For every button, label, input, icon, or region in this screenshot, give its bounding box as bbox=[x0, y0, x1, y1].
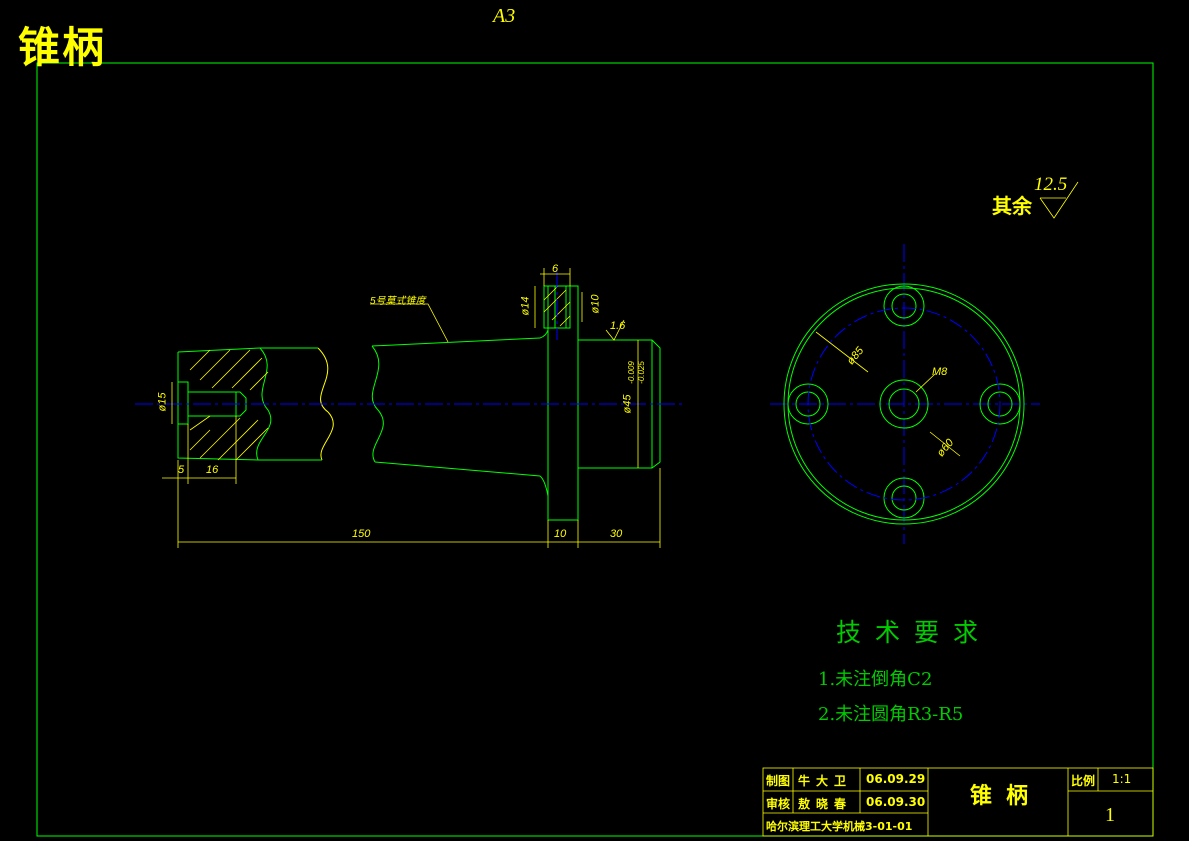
drawn-label: 制图 bbox=[766, 774, 791, 788]
sheet-number: 1 bbox=[1105, 804, 1115, 826]
dim-tol-lower: -0.025 bbox=[636, 361, 646, 384]
dim-surface-16: 1.6 bbox=[610, 320, 626, 332]
pin-hole bbox=[177, 381, 189, 425]
check-label: 审核 bbox=[766, 797, 791, 811]
dim-thread-m8: M8 bbox=[932, 366, 948, 378]
dimension-lines bbox=[162, 181, 1154, 837]
flange bbox=[547, 285, 579, 521]
centerlines bbox=[135, 244, 1040, 544]
dim-dia-10: ø10 bbox=[589, 294, 602, 314]
dim-len-10: 10 bbox=[554, 528, 567, 540]
dim-len-16: 16 bbox=[206, 464, 219, 476]
dim-6: 6 bbox=[552, 263, 559, 275]
school-code: 哈尔滨理工大学机械3-01-01 bbox=[766, 820, 913, 833]
tech-requirement-2: 2.未注圆角R3-R5 bbox=[818, 704, 964, 725]
drawing-border bbox=[36, 62, 1154, 837]
dim-dia-14: ø14 bbox=[519, 296, 532, 316]
dim-tol-upper: -0.009 bbox=[626, 361, 636, 384]
dim-len-30: 30 bbox=[610, 528, 623, 540]
dim-dia-45: ø45 bbox=[621, 394, 634, 414]
dim-len-150: 150 bbox=[352, 528, 371, 540]
spigot bbox=[578, 339, 661, 469]
shaft-bottom-line bbox=[258, 459, 549, 497]
drawn-name: 牛大卫 bbox=[798, 774, 853, 788]
roughness-label: 其余 bbox=[992, 194, 1032, 218]
shaft-front-view bbox=[177, 285, 661, 521]
check-name: 敖晓春 bbox=[798, 797, 853, 811]
dim-dia-15: ø15 bbox=[156, 392, 169, 412]
part-name: 锥柄 bbox=[970, 784, 1043, 809]
dim-len-5: 5 bbox=[178, 464, 185, 476]
tech-requirement-1: 1.未注倒角C2 bbox=[818, 669, 933, 690]
roughness-value: 12.5 bbox=[1034, 174, 1068, 195]
sheet-size: A3 bbox=[493, 5, 516, 27]
drawing-title: 锥柄 bbox=[18, 23, 107, 72]
tech-requirements-title: 技术要求 bbox=[836, 618, 993, 647]
scale-value: 1:1 bbox=[1112, 772, 1132, 786]
section-hatching bbox=[189, 285, 571, 461]
drawn-date: 06.09.29 bbox=[866, 772, 926, 786]
check-date: 06.09.30 bbox=[866, 795, 926, 809]
taper-note: 5号莫式锥度 bbox=[370, 296, 426, 307]
shaft-section-outline bbox=[177, 347, 261, 461]
shaft-top-line bbox=[260, 337, 541, 349]
scale-label: 比例 bbox=[1071, 774, 1096, 788]
shaft-neck-curve bbox=[539, 329, 549, 339]
cad-drawing bbox=[36, 62, 1154, 837]
